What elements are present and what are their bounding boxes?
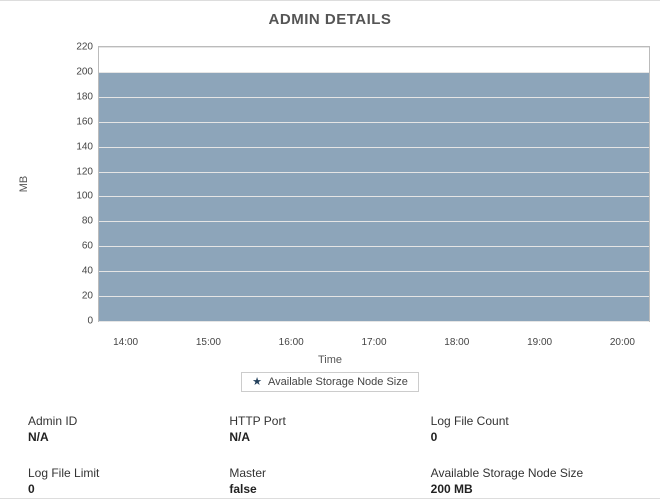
bell-icon: ★ [252,377,262,388]
y-tick: 140 [76,141,93,152]
field-label: HTTP Port [229,414,430,428]
gridline [99,97,649,98]
y-axis-label: MB [18,176,30,193]
legend: ★ Available Storage Node Size [241,372,419,392]
y-tick: 100 [76,191,93,202]
details-grid: Admin ID N/A HTTP Port N/A Log File Coun… [28,414,632,496]
y-tick: 60 [82,241,93,252]
field-available-storage: Available Storage Node Size 200 MB [431,466,632,496]
x-axis-label: Time [0,354,660,366]
field-admin-id: Admin ID N/A [28,414,229,444]
details-row: Log File Limit 0 Master false Available … [28,466,632,496]
gridline [99,246,649,247]
x-tick: 19:00 [527,337,552,348]
field-label: Master [229,466,430,480]
x-tick: 18:00 [444,337,469,348]
field-label: Available Storage Node Size [431,466,632,480]
x-tick: 14:00 [113,337,138,348]
x-tick: 15:00 [196,337,221,348]
field-value: 0 [28,482,229,496]
gridline [99,321,649,322]
legend-row: ★ Available Storage Node Size [0,372,660,392]
field-log-file-count: Log File Count 0 [431,414,632,444]
field-value: 0 [431,430,632,444]
gridline [99,172,649,173]
gridline [99,122,649,123]
field-value: N/A [28,430,229,444]
field-value: 200 MB [431,482,632,496]
y-tick: 20 [82,291,93,302]
gridline [99,271,649,272]
gridline [99,72,649,73]
field-log-file-limit: Log File Limit 0 [28,466,229,496]
field-value: false [229,482,430,496]
field-http-port: HTTP Port N/A [229,414,430,444]
y-tick: 220 [76,42,93,53]
gridline [99,147,649,148]
x-tick: 17:00 [361,337,386,348]
field-label: Log File Count [431,414,632,428]
x-axis: 14:00 15:00 16:00 17:00 18:00 19:00 20:00 [98,334,650,350]
admin-details-panel: ADMIN DETAILS MB 02040608010012014016018… [0,0,660,499]
legend-label: Available Storage Node Size [268,376,408,388]
gridline [99,196,649,197]
field-master: Master false [229,466,430,496]
gridline [99,221,649,222]
plot-area: 020406080100120140160180200220 [98,46,650,322]
y-tick: 80 [82,216,93,227]
chart: MB 020406080100120140160180200220 [0,34,660,334]
field-value: N/A [229,430,430,444]
field-label: Log File Limit [28,466,229,480]
y-tick: 160 [76,116,93,127]
x-tick: 20:00 [610,337,635,348]
details-row: Admin ID N/A HTTP Port N/A Log File Coun… [28,414,632,444]
gridline [99,47,649,48]
gridline [99,296,649,297]
y-tick: 200 [76,66,93,77]
y-tick: 0 [87,316,93,327]
y-tick: 180 [76,91,93,102]
field-label: Admin ID [28,414,229,428]
y-tick: 120 [76,166,93,177]
page-title: ADMIN DETAILS [0,1,660,34]
x-tick: 16:00 [279,337,304,348]
y-tick: 40 [82,266,93,277]
